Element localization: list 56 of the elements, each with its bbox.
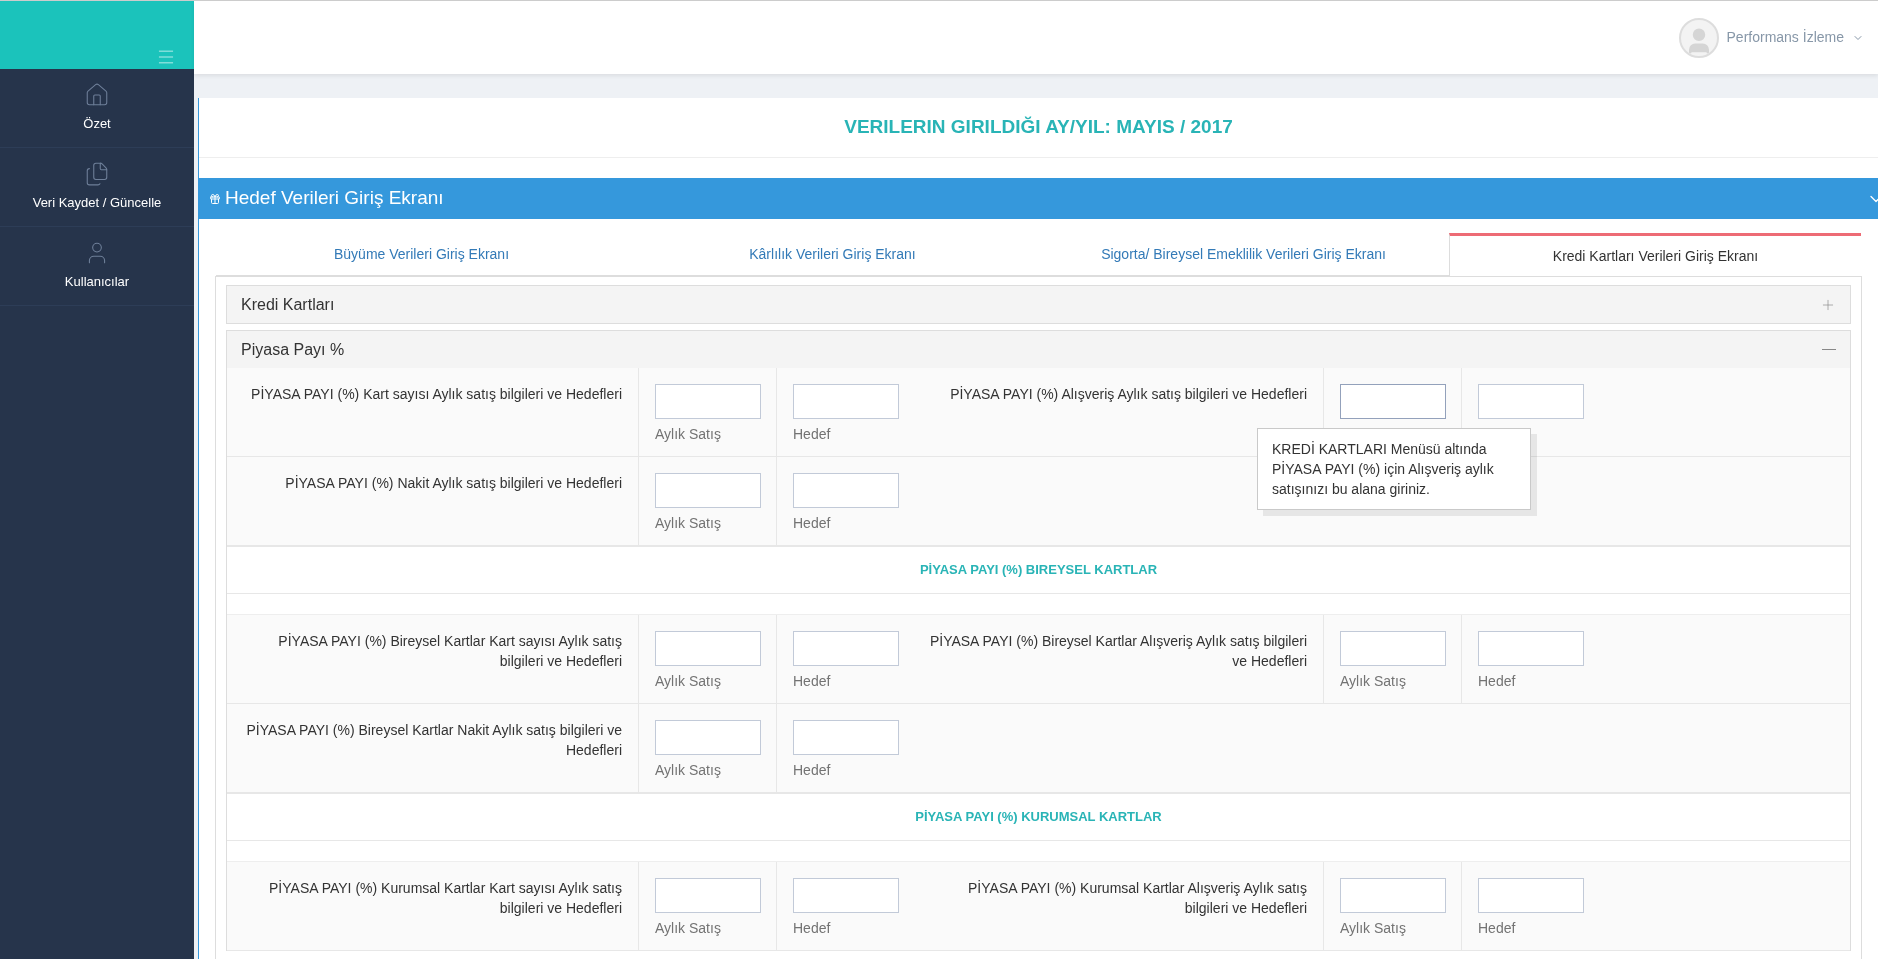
input-field[interactable] (793, 878, 899, 913)
field-caption: Hedef (793, 761, 832, 780)
input-field[interactable] (1478, 631, 1584, 666)
field-caption: Aylık Satış (655, 425, 722, 444)
sidebar-item[interactable]: Kullanıcılar (0, 227, 194, 306)
field-caption: Aylık Satış (1340, 919, 1407, 938)
field-caption: Hedef (1478, 672, 1517, 691)
field-caption: Hedef (793, 919, 832, 938)
field-label: PİYASA PAYI (%) Kart sayısı Aylık satış bilgileri ve Hedefleri (251, 385, 622, 404)
field-caption: Aylık Satış (655, 919, 722, 938)
field-caption: Aylık Satış (1340, 672, 1407, 691)
field-label: PİYASA PAYI (%) Bireysel Kartlar Kart sayısı Aylık satış bilgileri ve Hedefleri (277, 632, 622, 671)
files-icon (84, 161, 110, 188)
field-label: PİYASA PAYI (%) Kurumsal Kartlar Kart sayısı Aylık satış bilgileri ve Hedefleri (268, 879, 622, 918)
sidebar-item[interactable]: Özet (0, 69, 194, 148)
input-field[interactable] (1478, 384, 1584, 419)
input-field[interactable] (1478, 878, 1584, 913)
input-field[interactable] (793, 631, 899, 666)
field-caption: Hedef (793, 425, 832, 444)
tab[interactable]: Kredi Kartları Verileri Giriş Ekranı (1449, 233, 1861, 276)
minus-icon[interactable] (1822, 349, 1836, 350)
input-field[interactable] (793, 473, 899, 508)
input-field[interactable] (655, 473, 761, 508)
tab[interactable]: Büyüme Verileri Giriş Ekranı (216, 233, 627, 276)
field-caption: Aylık Satış (655, 672, 722, 691)
accordion-header[interactable]: Kredi Kartları (227, 286, 1850, 323)
field-label: PİYASA PAYI (%) Bireysel Kartlar Alışveriş Aylık satış bilgileri ve Hedefleri (928, 632, 1307, 671)
field-label: PİYASA PAYI (%) Kurumsal Kartlar Alışveriş Aylık satış bilgileri ve Hedefleri (967, 879, 1307, 918)
section-heading: PİYASA PAYI (%) BIREYSEL KARTLAR (227, 546, 1850, 594)
field-caption: Hedef (793, 514, 832, 533)
sidebar-item[interactable]: Veri Kaydet / Güncelle (0, 148, 194, 227)
input-field[interactable] (793, 384, 899, 419)
panel-title: Hedef Verileri Giriş Ekranı (225, 186, 444, 211)
avatar[interactable] (1678, 17, 1719, 58)
field-label: PİYASA PAYI (%) Alışveriş Aylık satış bilgileri ve Hedefleri (950, 385, 1307, 404)
tooltip: KREDİ KARTLARI Menüsü altında PİYASA PAYI (%) için Alışveriş aylık satışınızı bu alana giriniz. (1257, 428, 1531, 510)
field-caption: Hedef (793, 672, 832, 691)
input-field[interactable] (793, 720, 899, 755)
field-caption: Aylık Satış (655, 514, 722, 533)
input-field[interactable] (655, 384, 761, 419)
field-label: PİYASA PAYI (%) Nakit Aylık satış bilgileri ve Hedefleri (285, 474, 622, 493)
field-caption: Hedef (1478, 919, 1517, 938)
tab[interactable]: Sigorta/ Bireysel Emeklilik Verileri Giriş Ekranı (1038, 233, 1449, 276)
field-label: PİYASA PAYI (%) Bireysel Kartlar Nakit Aylık satış bilgileri ve Hedefleri (245, 721, 622, 760)
section-heading: PİYASA PAYI (%) KURUMSAL KARTLAR (227, 793, 1850, 841)
tab[interactable]: Kârlılık Verileri Giriş Ekranı (627, 233, 1038, 276)
input-field[interactable] (1340, 878, 1446, 913)
field-caption: Aylık Satış (655, 761, 722, 780)
input-field[interactable] (655, 631, 761, 666)
input-field[interactable] (655, 720, 761, 755)
page-title: VERILERIN GIRILDIĞI AY/YIL: MAYIS / 2017 (199, 98, 1878, 158)
gift-icon (209, 192, 221, 205)
accordion-header[interactable]: Piyasa Payı % (227, 331, 1850, 368)
input-field[interactable] (1340, 631, 1446, 666)
input-field[interactable] (1340, 384, 1446, 419)
input-field[interactable] (655, 878, 761, 913)
